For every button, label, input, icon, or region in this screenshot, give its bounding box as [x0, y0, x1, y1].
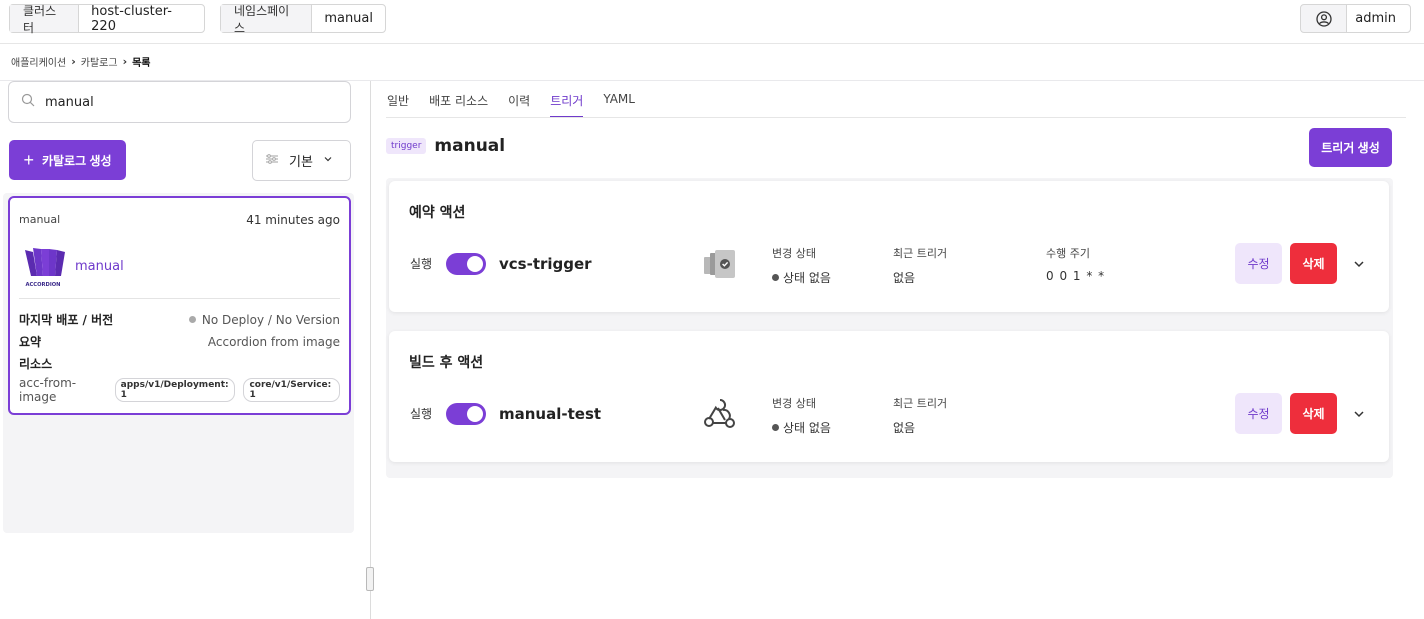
resource-name: acc-from-image — [19, 376, 77, 404]
breadcrumb-item-list: 목록 — [132, 57, 151, 69]
top-bar: 클러스터 host-cluster-220 네임스페이스 manual admi… — [0, 0, 1424, 44]
create-catalog-label: 카탈로그 생성 — [41, 153, 112, 168]
resource-tag: core/v1/Service: 1 — [243, 378, 340, 402]
webhook-icon — [700, 397, 740, 431]
schedule-value: 0 0 1 * * — [1046, 269, 1106, 283]
tab-yaml[interactable]: YAML — [603, 88, 635, 118]
card-title[interactable]: manual — [75, 259, 124, 274]
last-trigger-value: 없음 — [893, 271, 916, 285]
change-state-value: 상태 없음 — [783, 421, 831, 435]
schedule-column: 수행 주기 0 0 1 * * — [1046, 245, 1105, 283]
vcs-icon — [700, 247, 740, 281]
detail-header: trigger manual — [386, 136, 505, 156]
last-deploy-label: 마지막 배포 / 버전 — [19, 313, 114, 327]
tab-trigger[interactable]: 트리거 — [550, 88, 584, 118]
chevron-down-icon[interactable] — [1351, 406, 1367, 422]
resource-tag: apps/v1/Deployment: 1 — [114, 378, 236, 402]
breadcrumb-item-catalog[interactable]: 카탈로그 — [81, 54, 118, 69]
plus-icon: + — [23, 150, 34, 170]
delete-button[interactable]: 삭제 — [1290, 243, 1337, 284]
toggle-knob — [467, 256, 483, 272]
last-trigger-label: 최근 트리거 — [893, 247, 948, 260]
accordion-logo: ACCORDION — [20, 246, 66, 288]
catalog-list: manual 41 minutes ago ACCORDION manual 마… — [3, 193, 354, 533]
user-menu[interactable]: admin — [1300, 4, 1411, 33]
card-time: 41 minutes ago — [246, 213, 340, 227]
create-trigger-button[interactable]: 트리거 생성 — [1309, 128, 1392, 167]
sort-label: 기본 — [289, 155, 313, 170]
namespace-label: 네임스페이스 — [221, 4, 313, 35]
cluster-label: 클러스터 — [10, 4, 80, 35]
summary-row: 요약 Accordion from image — [19, 333, 340, 350]
cluster-value: host-cluster-220 — [91, 3, 172, 34]
cluster-selector[interactable]: 클러스터 host-cluster-220 — [9, 3, 205, 35]
search-box[interactable] — [8, 81, 351, 123]
chevron-right-icon: › — [122, 54, 128, 68]
edit-button[interactable]: 수정 — [1235, 243, 1282, 284]
catalog-list-panel: + 카탈로그 생성 기본 manual 41 minutes ago — [0, 81, 370, 619]
scheduled-action-section: 예약 액션 실행 vcs-trigger 변경 상태 상태 없음 최근 트리거 … — [389, 181, 1389, 312]
page-title: manual — [434, 136, 506, 156]
resource-label-row: 리소스 — [19, 355, 340, 372]
trigger-name: manual-test — [499, 405, 602, 423]
detail-tabs: 일반 배포 리소스 이력 트리거 YAML — [387, 88, 655, 118]
change-state-label: 변경 상태 — [772, 247, 816, 260]
change-state-column: 변경 상태 상태 없음 — [772, 395, 831, 436]
last-trigger-value: 없음 — [893, 421, 916, 435]
section-heading: 빌드 후 액션 — [409, 355, 484, 371]
status-dot — [188, 316, 196, 323]
chevron-right-icon: › — [71, 54, 76, 68]
card-header: manual 41 minutes ago — [19, 213, 340, 227]
search-icon — [21, 93, 35, 111]
delete-button[interactable]: 삭제 — [1290, 393, 1337, 434]
run-label: 실행 — [410, 257, 433, 271]
divider — [386, 117, 1406, 118]
post-build-action-section: 빌드 후 액션 실행 manual-test 변경 상태 상태 없음 최근 트리… — [389, 331, 1389, 462]
status-dot — [772, 274, 779, 281]
schedule-label: 수행 주기 — [1046, 247, 1090, 260]
namespace-selector[interactable]: 네임스페이스 manual — [220, 4, 386, 35]
user-name: admin — [1347, 5, 1410, 32]
resource-label: 리소스 — [19, 357, 53, 371]
tab-history[interactable]: 이력 — [508, 88, 530, 118]
sort-icon — [265, 153, 279, 169]
last-trigger-column: 최근 트리거 없음 — [893, 395, 947, 436]
section-heading: 예약 액션 — [409, 205, 466, 221]
last-trigger-label: 최근 트리거 — [893, 397, 948, 410]
sort-dropdown[interactable]: 기본 — [252, 140, 351, 181]
namespace-value: manual — [324, 11, 373, 26]
panel-splitter — [370, 81, 371, 619]
create-catalog-button[interactable]: + 카탈로그 생성 — [9, 140, 126, 180]
search-input[interactable] — [45, 94, 325, 110]
resource-row: acc-from-image apps/v1/Deployment: 1 cor… — [19, 376, 340, 404]
splitter-handle[interactable] — [366, 567, 374, 591]
summary-label: 요약 — [19, 335, 42, 349]
trigger-badge: trigger — [386, 138, 427, 154]
breadcrumb: 애플리케이션 › 카탈로그 › 목록 — [11, 53, 151, 69]
run-label: 실행 — [410, 407, 433, 421]
tab-deploy-resources[interactable]: 배포 리소스 — [429, 88, 488, 118]
last-deploy-value: No Deploy / No Version — [201, 312, 340, 327]
tab-general[interactable]: 일반 — [387, 88, 409, 118]
toggle-knob — [467, 406, 483, 422]
run-toggle[interactable] — [446, 403, 486, 425]
summary-value: Accordion from image — [207, 334, 340, 349]
last-deploy-row: 마지막 배포 / 버전 No Deploy / No Version — [19, 311, 340, 328]
change-state-label: 변경 상태 — [772, 397, 816, 410]
last-trigger-column: 최근 트리거 없음 — [893, 245, 947, 286]
change-state-value: 상태 없음 — [783, 271, 831, 285]
change-state-column: 변경 상태 상태 없음 — [772, 245, 831, 286]
card-namespace: manual — [19, 213, 61, 226]
trigger-name: vcs-trigger — [499, 255, 592, 273]
run-toggle[interactable] — [446, 253, 486, 275]
divider — [19, 298, 340, 299]
edit-button[interactable]: 수정 — [1235, 393, 1282, 434]
user-icon — [1301, 5, 1348, 32]
breadcrumb-item-apps[interactable]: 애플리케이션 — [11, 54, 66, 69]
chevron-down-icon[interactable] — [1351, 256, 1367, 272]
status-dot — [772, 424, 779, 431]
chevron-down-icon — [323, 153, 333, 168]
logo-text: ACCORDION — [25, 282, 60, 288]
catalog-card[interactable]: manual 41 minutes ago ACCORDION manual 마… — [8, 196, 351, 415]
